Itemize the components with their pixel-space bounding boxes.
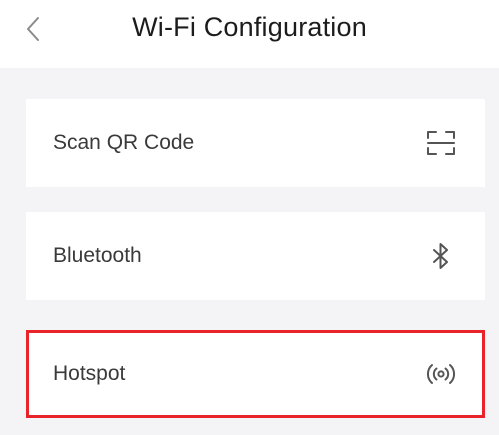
option-scan-qr-code[interactable]: Scan QR Code: [26, 99, 485, 187]
option-label: Scan QR Code: [53, 131, 195, 154]
hotspot-icon: [423, 356, 459, 392]
option-label: Hotspot: [53, 362, 126, 385]
option-label: Bluetooth: [53, 244, 142, 267]
option-hotspot[interactable]: Hotspot: [26, 330, 485, 418]
scan-qr-icon: [423, 125, 459, 161]
page-title: Wi-Fi Configuration: [132, 12, 367, 42]
options-list: Scan QR Code Bluetooth Hotspot: [0, 68, 499, 435]
option-bluetooth[interactable]: Bluetooth: [26, 212, 485, 300]
header-bar: Wi-Fi Configuration: [0, 0, 499, 68]
bluetooth-icon: [423, 238, 459, 274]
